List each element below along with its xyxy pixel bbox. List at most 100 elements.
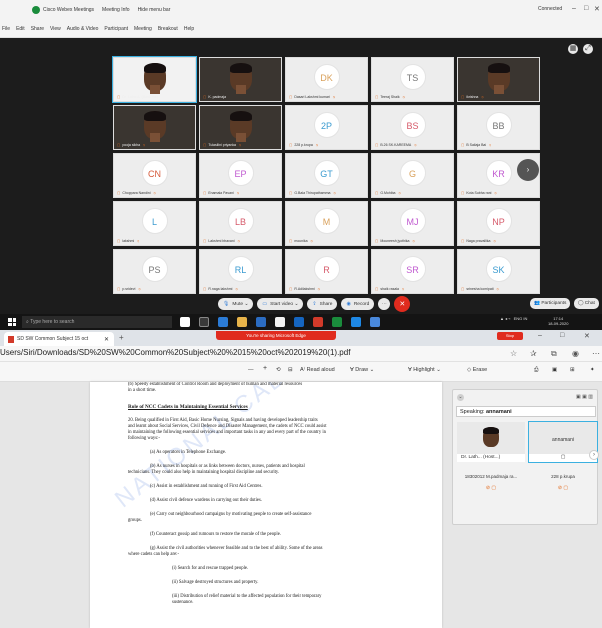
cortana-icon[interactable] [180,317,190,327]
video-tile-host[interactable]: Dr. Lath... (Host...) [457,422,525,462]
system-tray[interactable]: ▲ ◂ ⌁ ENG IN [500,316,527,321]
participant-tile[interactable]: PS ▢ p.sridevi ⦸ [113,249,196,294]
layout-icon[interactable]: ▦ [568,44,578,54]
participant-tile[interactable]: ▢ pooja sikha ⦸ [113,105,196,150]
task-view-icon[interactable] [199,317,209,327]
collapse-icon[interactable]: ⌄ [457,394,464,401]
save-as-icon[interactable]: ⊞ [570,367,575,373]
participant-tile[interactable]: R ▢ R.Adilakshmi ⦸ [285,249,368,294]
new-tab-button[interactable]: + [119,333,124,342]
record-button[interactable]: ◉ Record [341,298,375,310]
store-icon[interactable] [256,317,266,327]
participant-tile[interactable]: ▢ K. padmaja [199,57,282,102]
participant-tile[interactable]: LB ▢ Lakshmi bhavani ⦸ [199,201,282,246]
draw-button[interactable]: ∀ Draw ⌄ [350,367,374,373]
title-menu-meeting-info[interactable]: Meeting Info [102,7,130,13]
pin-toolbar-icon[interactable]: ✦ [590,367,595,373]
address-url[interactable]: Users/Siri/Downloads/SD%20SW%20Common%20… [0,348,350,357]
chrome-icon[interactable] [332,317,342,327]
participant-tile[interactable]: SR ▢ shaik rasala ⦸ [371,249,454,294]
close-icon[interactable]: ✕ [594,5,600,13]
chat-button[interactable]: ◯ Chat [574,298,599,309]
panel-layout-icons[interactable]: ▣ ▣ ▥ [576,394,593,400]
menu-participant[interactable]: Participant [104,26,128,32]
browser-close-icon[interactable]: ✕ [584,332,590,340]
settings-more-icon[interactable]: ⋯ [592,349,600,358]
panel-next-icon[interactable]: › [589,450,599,460]
fullscreen-icon[interactable]: ⤢ [583,44,593,54]
menu-help[interactable]: Help [184,26,194,32]
pictures-icon[interactable] [370,317,380,327]
word-icon[interactable] [294,317,304,327]
next-page-icon[interactable]: › [517,159,539,181]
pdf-tab[interactable]: SD SW Common Subject 15 oct ✕ [4,332,114,346]
favorites-icon[interactable]: ✰ [530,349,537,358]
menu-share[interactable]: Share [31,26,44,32]
participant-tile[interactable]: CN ▢ Choppara Nandini ⦸ [113,153,196,198]
fit-page-icon[interactable]: ⟲ [276,367,281,373]
title-menu-app[interactable]: Cisco Webex Meetings [43,7,94,13]
share-button[interactable]: ⇪ Share [307,298,338,310]
participant-tile[interactable]: BB ▢ B Sailaja Bai ⦸ [457,105,540,150]
edge-icon[interactable] [218,317,228,327]
video-tile-speaker[interactable]: annamani ▢ [528,421,598,463]
read-aloud-button[interactable]: A⁾ Read aloud [300,367,335,373]
erase-button[interactable]: ◇ Erase [467,367,487,373]
participant-tile[interactable]: M ▢ mounika ⦸ [285,201,368,246]
stop-sharing-button[interactable]: Stop [497,332,523,340]
connection-status[interactable]: Connected [538,6,562,12]
save-icon[interactable]: ▣ [552,367,557,373]
title-menu-hide-menu-bar[interactable]: Hide menu bar [138,7,171,13]
more-options-button[interactable]: ··· [378,298,391,310]
participant-tile[interactable]: BS ▢ B.26 SK.KAREEMA ⦸ [371,105,454,150]
browser-restore-icon[interactable]: □ [560,332,564,339]
menu-view[interactable]: View [50,26,61,32]
participant-tile-1[interactable]: 18302012 M.padmaja ra... ⊘ ▢ [457,468,525,498]
participant-tile[interactable]: NP ▢ Naga pravallika ⦸ [457,201,540,246]
tab-close-icon[interactable]: ✕ [104,336,109,343]
print-icon[interactable]: ⎙ [534,367,538,374]
media-icon[interactable] [313,317,323,327]
taskbar-search-input[interactable]: ⌕ Type here to search [22,316,172,328]
participant-tile[interactable]: G ▢ G.Mohiba ⦸ [371,153,454,198]
start-video-button[interactable]: ▭ Start video ⌄ [257,298,304,310]
zoom-in-button[interactable]: + [263,365,267,372]
browser-minimize-icon[interactable]: – [538,332,542,339]
profile-avatar-icon[interactable]: ◉ [572,349,579,358]
participant-tile[interactable]: ▢ Dr. Latha A. (Host, me) [112,56,197,103]
participant-tile[interactable]: L ▢ lakshmi ⦸ [113,201,196,246]
favorite-star-icon[interactable]: ☆ [510,349,517,358]
participants-button[interactable]: 👥 Participants [530,298,571,309]
menu-edit[interactable]: Edit [16,26,25,32]
participant-tile[interactable]: GT ▢ G.Bala Thirupathamma ⦸ [285,153,368,198]
end-meeting-button[interactable]: ✕ [394,296,411,312]
sharing-banner[interactable]: You're sharing Microsoft Edge [216,331,336,340]
muted-icon: ⦸ [398,191,401,195]
participant-tile[interactable]: ▢ ikrishna ⦸ [457,57,540,102]
participant-tile-2[interactable]: 228 p.krupa ⊘ ▢ [529,468,597,498]
file-explorer-icon[interactable] [237,317,247,327]
participant-tile[interactable]: RL ▢ R.naga lakshmi ⦸ [199,249,282,294]
mute-button[interactable]: 🎙 Mute ⌄ [218,298,254,310]
windows-start-icon[interactable] [8,318,16,326]
collections-icon[interactable]: ⧉ [551,349,557,359]
taskbar-clock[interactable]: 17:14 18-09-2020 [548,316,568,326]
restore-icon[interactable]: □ [584,5,588,12]
participant-tile[interactable]: DK ▢ Dasari Lakshmi kumari ⦸ [285,57,368,102]
participant-tile[interactable]: 2P ▢ 228 p.krupa ⦸ [285,105,368,150]
participant-tile[interactable]: SK ▢ srinesha komipati ⦸ [457,249,540,294]
zoom-out-button[interactable]: — [248,367,254,373]
minimize-icon[interactable]: – [572,5,576,12]
highlight-button[interactable]: ∀ Highlight ⌄ [408,367,441,373]
participant-tile[interactable]: ▢ Tulasilini priyanka ⦸ [199,105,282,150]
page-view-icon[interactable]: ⊟ [288,367,293,373]
participant-tile[interactable]: MJ ▢ Mouneesh jyothika ⦸ [371,201,454,246]
participant-tile[interactable]: TS ▢ Teeraj Shaik ⦸ [371,57,454,102]
menu-audio-video[interactable]: Audio & Video [67,26,99,32]
menu-file[interactable]: File [2,26,10,32]
webex-taskbar-icon[interactable] [351,317,361,327]
app-icon[interactable] [275,317,285,327]
participant-tile[interactable]: EP ▢ Enamala Pavani ⦸ [199,153,282,198]
menu-meeting[interactable]: Meeting [134,26,152,32]
menu-breakout[interactable]: Breakout [158,26,178,32]
